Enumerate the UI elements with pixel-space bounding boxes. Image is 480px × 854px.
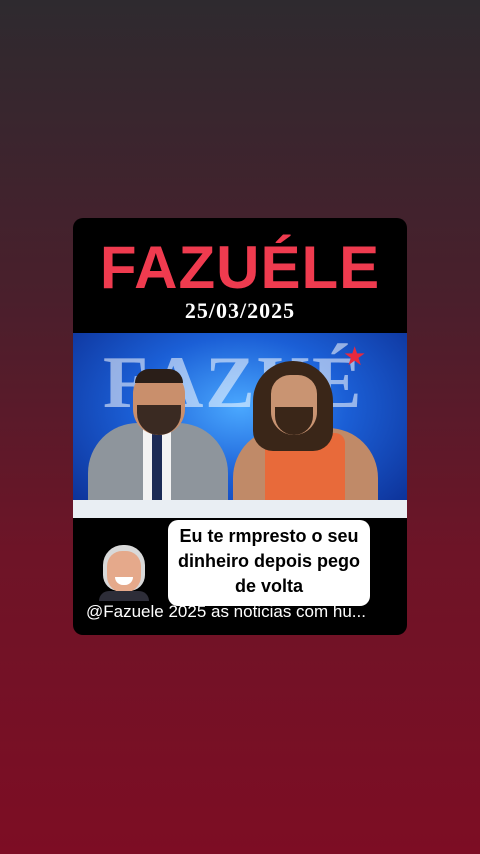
caption-bubble: Eu te rmpresto o seu dinheiro depois peg… (168, 520, 370, 606)
post-card[interactable]: FAZUÉLE 25/03/2025 FΛZUÉ ★ Eu te rmprest… (73, 218, 407, 635)
avatar (99, 543, 149, 601)
story-screen: { "post": { "title": "FAZUÉLE", "date": … (0, 0, 480, 854)
news-desk (73, 500, 407, 518)
star-icon: ★ (343, 341, 367, 371)
video-frame[interactable]: FΛZUÉ ★ (73, 333, 407, 518)
post-date: 25/03/2025 (184, 298, 296, 323)
presenter-left-hair (135, 369, 183, 383)
channel-subtitle[interactable]: @Fazuele 2025 as noticias com hu... (86, 602, 398, 622)
post-title: FAZUÉLE (99, 234, 381, 301)
